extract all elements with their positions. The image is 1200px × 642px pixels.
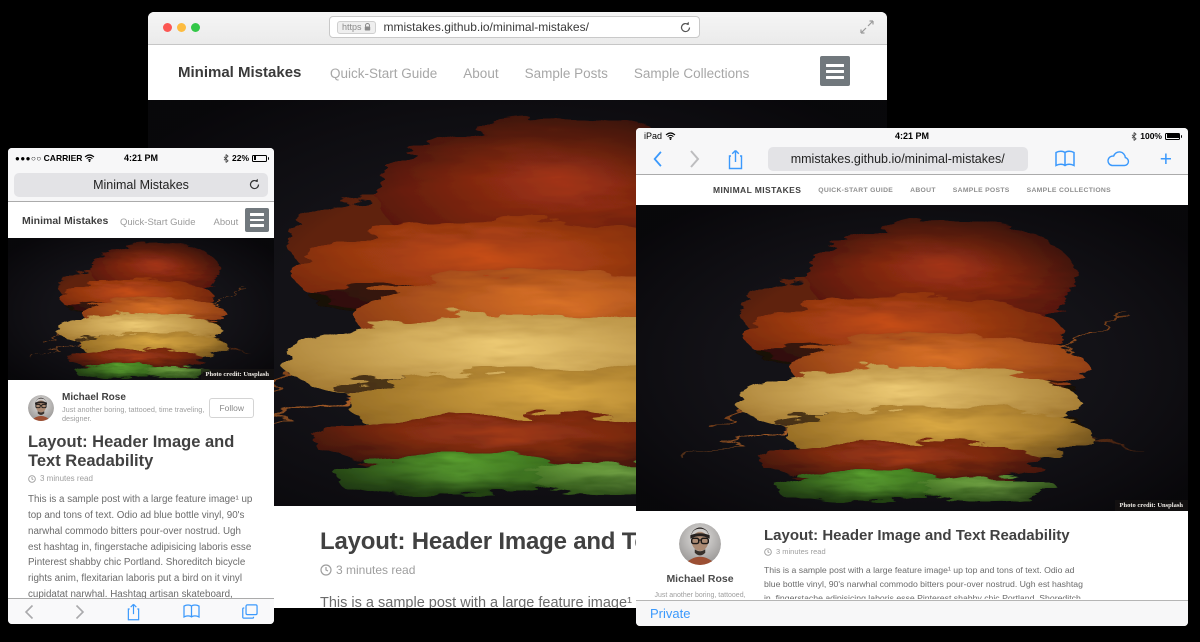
- nav-about[interactable]: ABOUT: [910, 187, 936, 194]
- address-bar[interactable]: Minimal Mistakes: [14, 173, 268, 197]
- author-name: Michael Rose: [62, 392, 209, 403]
- back-icon[interactable]: [652, 149, 663, 169]
- share-icon[interactable]: [126, 603, 141, 621]
- site-brand-link[interactable]: MINIMAL MISTAKES: [713, 185, 801, 195]
- reader-icon[interactable]: [1054, 150, 1076, 168]
- iphone-safari-toolbar: [8, 598, 274, 624]
- nav-sample-posts[interactable]: SAMPLE POSTS: [953, 187, 1010, 194]
- nav-sample-posts[interactable]: Sample Posts: [525, 66, 608, 81]
- reload-icon[interactable]: [679, 21, 692, 34]
- photo-credit-badge: Photo credit: Unsplash: [1115, 500, 1188, 511]
- private-browsing-bar: Private: [636, 600, 1188, 626]
- url-text: mmistakes.github.io/minimal-mistakes/: [384, 20, 589, 34]
- read-time-meta: 3 minutes read: [764, 547, 1086, 556]
- iphone-status-bar: ●●●○○ CARRIER 4:21 PM 22%: [8, 148, 274, 168]
- iphone-nav-list: Quick-Start Guide About: [120, 217, 238, 228]
- nav-quick-start-guide[interactable]: QUICK-START GUIDE: [818, 187, 893, 194]
- article-title: Layout: Header Image and Text Readabilit…: [28, 433, 254, 470]
- ipad-safari-window: iPad 4:21 PM 100% mmistakes.github.io/mi…: [636, 128, 1188, 626]
- hamburger-menu-icon[interactable]: [245, 208, 269, 232]
- address-bar[interactable]: https mmistakes.github.io/minimal-mistak…: [329, 16, 700, 38]
- article-title: Layout: Header Image and Text Readabilit…: [764, 527, 1086, 544]
- cloud-icon[interactable]: [1106, 151, 1130, 167]
- battery-icon: [252, 155, 267, 162]
- author-name: Michael Rose: [636, 573, 764, 585]
- author-bio: Just another boring, tattooed, time trav…: [62, 405, 209, 423]
- autumn-leaves-photo: [8, 238, 274, 380]
- photo-credit-badge: Photo credit: Unsplash: [201, 369, 274, 380]
- iphone-site-navbar: Minimal Mistakes Quick-Start Guide About: [8, 202, 274, 238]
- address-bar[interactable]: mmistakes.github.io/minimal-mistakes/: [768, 147, 1028, 171]
- author-bio: Just another boring, tattooed,: [636, 592, 764, 599]
- battery-percent: 100%: [1140, 131, 1162, 141]
- hamburger-menu-icon[interactable]: [820, 56, 850, 86]
- reload-icon[interactable]: [248, 178, 261, 191]
- battery-icon: [1165, 133, 1180, 140]
- ipad-article: Michael Rose Just another boring, tattoo…: [636, 511, 1188, 599]
- lock-icon: [364, 23, 371, 31]
- forward-icon[interactable]: [689, 149, 701, 169]
- iphone-safari-window: ●●●○○ CARRIER 4:21 PM 22% Minimal Mistak…: [8, 148, 274, 624]
- share-icon[interactable]: [727, 149, 744, 170]
- bluetooth-icon: [223, 154, 229, 163]
- iphone-url-row: Minimal Mistakes: [8, 168, 274, 202]
- autumn-leaves-photo: [636, 205, 1188, 511]
- nav-sample-collections[interactable]: SAMPLE COLLECTIONS: [1027, 187, 1111, 194]
- ipad-status-bar: iPad 4:21 PM 100%: [636, 128, 1188, 144]
- nav-about[interactable]: About: [214, 217, 239, 228]
- close-window-icon[interactable]: [163, 23, 172, 32]
- ipad-hero-image: Photo credit: Unsplash: [636, 205, 1188, 511]
- follow-button[interactable]: Follow: [209, 398, 254, 418]
- nav-sample-collections[interactable]: Sample Collections: [634, 66, 750, 81]
- bluetooth-icon: [1131, 132, 1137, 141]
- clock-icon: [320, 564, 332, 576]
- tabs-icon[interactable]: [242, 604, 258, 619]
- nav-quick-start-guide[interactable]: Quick-Start Guide: [120, 217, 196, 228]
- https-label: https: [342, 23, 362, 32]
- back-icon[interactable]: [24, 604, 34, 620]
- author-avatar: [679, 523, 721, 565]
- author-sidebar: Michael Rose Just another boring, tattoo…: [636, 511, 764, 599]
- desktop-site-navbar: Minimal Mistakes Quick-Start Guide About…: [148, 45, 887, 100]
- battery-percent: 22%: [232, 153, 249, 163]
- desktop-browser-chrome: https mmistakes.github.io/minimal-mistak…: [148, 12, 887, 45]
- nav-about[interactable]: About: [463, 66, 498, 81]
- author-row: Michael Rose Just another boring, tattoo…: [28, 392, 254, 423]
- site-brand-link[interactable]: Minimal Mistakes: [22, 215, 108, 227]
- ipad-safari-toolbar: mmistakes.github.io/minimal-mistakes/ +: [636, 144, 1188, 175]
- author-avatar: [28, 395, 54, 421]
- https-badge: https: [337, 21, 376, 34]
- desktop-nav-list: Quick-Start Guide About Sample Posts Sam…: [330, 66, 749, 81]
- iphone-hero-image: Photo credit: Unsplash: [8, 238, 274, 380]
- read-time-text: 3 minutes read: [776, 547, 826, 556]
- url-title-text: Minimal Mistakes: [93, 178, 189, 192]
- minimize-window-icon[interactable]: [177, 23, 186, 32]
- expand-icon[interactable]: [860, 20, 874, 34]
- read-time-text: 3 minutes read: [336, 563, 415, 577]
- clock-icon: [764, 548, 772, 556]
- new-tab-icon[interactable]: +: [1160, 149, 1172, 170]
- clock-icon: [28, 475, 36, 483]
- forward-icon[interactable]: [75, 604, 85, 620]
- article-paragraph-1: This is a sample post with a large featu…: [28, 492, 254, 598]
- iphone-article: Michael Rose Just another boring, tattoo…: [8, 380, 274, 598]
- status-time: 4:21 PM: [636, 131, 1188, 141]
- read-time-meta: 3 minutes read: [28, 474, 254, 483]
- read-time-text: 3 minutes read: [40, 474, 93, 483]
- ipad-site-navbar: MINIMAL MISTAKES QUICK-START GUIDE ABOUT…: [636, 175, 1188, 205]
- site-brand-link[interactable]: Minimal Mistakes: [178, 64, 301, 81]
- bookmarks-icon[interactable]: [182, 604, 201, 619]
- url-text: mmistakes.github.io/minimal-mistakes/: [791, 152, 1005, 166]
- zoom-window-icon[interactable]: [191, 23, 200, 32]
- private-toggle[interactable]: Private: [650, 606, 690, 621]
- article-paragraph: This is a sample post with a large featu…: [764, 564, 1086, 599]
- nav-quick-start-guide[interactable]: Quick-Start Guide: [330, 66, 437, 81]
